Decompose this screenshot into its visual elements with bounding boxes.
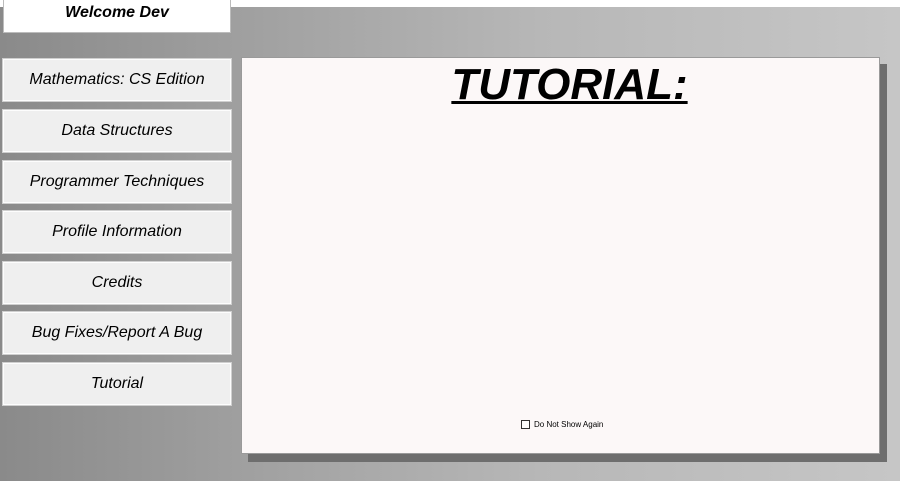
do-not-show-again-label: Do Not Show Again (534, 420, 604, 429)
tutorial-panel: TUTORIAL: Do Not Show Again (241, 57, 880, 454)
nav-credits-button[interactable]: Credits (2, 261, 232, 305)
do-not-show-again-option[interactable]: Do Not Show Again (521, 420, 603, 429)
nav-programmer-techniques-button[interactable]: Programmer Techniques (2, 160, 232, 204)
nav-bug-fixes-button[interactable]: Bug Fixes/Report A Bug (2, 311, 232, 355)
nav-profile-information-button[interactable]: Profile Information (2, 210, 232, 254)
checkbox-unchecked-icon[interactable] (521, 420, 530, 429)
nav-mathematics-button[interactable]: Mathematics: CS Edition (2, 58, 232, 102)
tutorial-title: TUTORIAL: (451, 60, 688, 109)
welcome-banner: Welcome Dev (3, 0, 231, 33)
nav-data-structures-button[interactable]: Data Structures (2, 109, 232, 153)
nav-tutorial-button[interactable]: Tutorial (2, 362, 232, 406)
